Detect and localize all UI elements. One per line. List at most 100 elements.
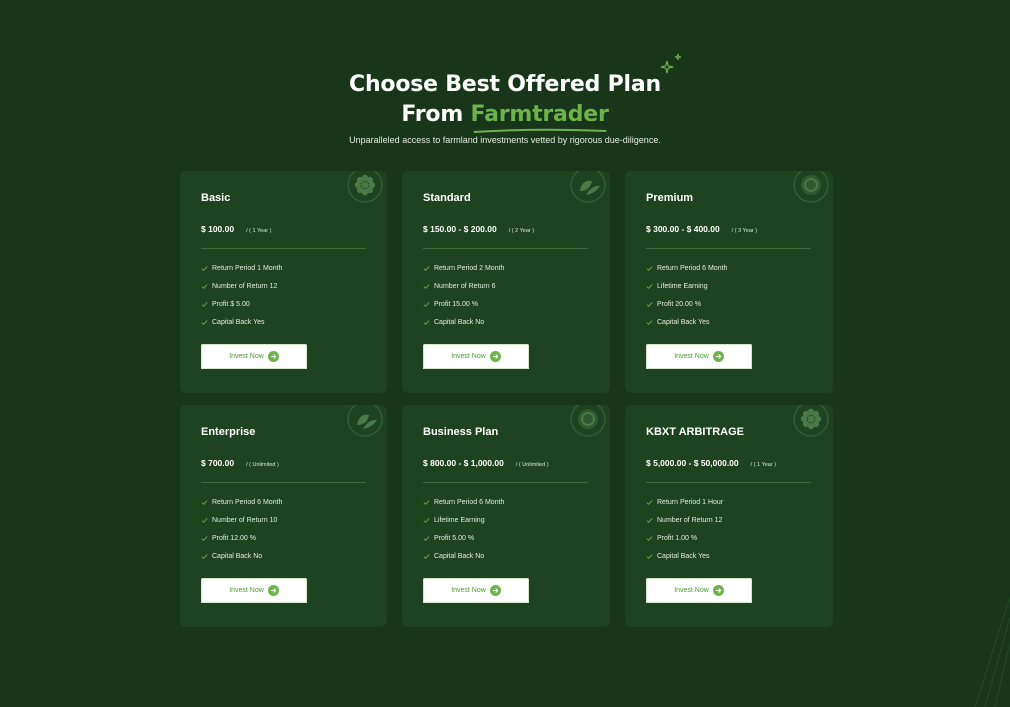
check-icon (646, 553, 653, 559)
feature-item: Profit 5.00 % (423, 529, 590, 547)
price-row: $ 300.00 - $ 400.00 / ( 3 Year ) (646, 223, 813, 235)
check-icon (201, 319, 208, 325)
arrow-right-circle-icon (712, 585, 724, 596)
check-icon (201, 553, 208, 559)
feature-item: Return Period 6 Month (423, 493, 590, 511)
feature-text: Return Period 6 Month (434, 498, 505, 506)
divider (423, 482, 588, 483)
invest-now-button[interactable]: Invest Now (423, 344, 529, 372)
invest-now-label: Invest Now (229, 587, 264, 594)
feature-text: Profit 5.00 % (434, 534, 475, 542)
plan-card: Business Plan $ 800.00 - $ 1,000.00 / ( Un… (402, 405, 610, 627)
invest-now-button[interactable]: Invest Now (423, 578, 529, 606)
price-row: $ 150.00 - $ 200.00 / ( 2 Year ) (423, 223, 590, 235)
feature-item: Return Period 1 Hour (646, 493, 813, 511)
divider (201, 482, 366, 483)
plan-price: $ 5,000.00 - $ 50,000.00 (646, 458, 739, 468)
invest-now-label: Invest Now (451, 353, 486, 360)
pricing-section: Choose Best Offered Plan From Farmtrader… (0, 0, 1010, 707)
feature-list: Return Period 1 Hour Number of Return 12 P… (646, 493, 813, 565)
feature-text: Number of Return 12 (212, 282, 278, 290)
heading-prefix: From (401, 102, 471, 127)
feature-text: Profit 1.00 % (657, 534, 698, 542)
plan-name: Standard (423, 192, 471, 204)
feature-text: Number of Return 10 (212, 516, 278, 524)
check-icon (201, 301, 208, 307)
check-icon (423, 553, 430, 559)
feature-text: Capital Back No (212, 552, 263, 560)
feature-text: Return Period 1 Hour (657, 498, 724, 506)
flower-icon (347, 171, 383, 203)
feature-text: Capital Back No (434, 318, 485, 326)
divider (646, 248, 811, 249)
check-icon (646, 301, 653, 307)
feature-text: Capital Back No (434, 552, 485, 560)
plan-card: KBXT ARBITRAGE $ 5,000.00 - $ 50,000.00 / … (625, 405, 833, 627)
feature-item: Number of Return 6 (423, 277, 590, 295)
price-row: $ 5,000.00 - $ 50,000.00 / ( 1 Year ) (646, 457, 813, 469)
plan-name: Premium (646, 192, 694, 204)
plan-period: / ( 2 Year ) (508, 228, 535, 234)
feature-item: Capital Back No (423, 313, 590, 331)
invest-now-button[interactable]: Invest Now (201, 578, 307, 606)
invest-now-button[interactable]: Invest Now (201, 344, 307, 372)
check-icon (201, 283, 208, 289)
check-icon (423, 283, 430, 289)
feature-list: Return Period 6 Month Number of Return 10… (201, 493, 367, 565)
arrow-right-circle-icon (489, 351, 501, 362)
feature-item: Profit $ 5.00 (201, 295, 367, 313)
plan-price: $ 800.00 - $ 1,000.00 (423, 458, 504, 468)
feature-text: Profit 12.00 % (212, 534, 256, 542)
plan-card: Basic $ 100.00/ ( 1 Year ) Return Period 1… (180, 171, 387, 393)
check-icon (201, 517, 208, 523)
divider (646, 482, 811, 483)
plan-card: Premium $ 300.00 - $ 400.00 / ( 3 Year ) Re… (625, 171, 833, 393)
invest-now-label: Invest Now (229, 353, 264, 360)
feature-text: Lifetime Earning (657, 282, 708, 290)
check-icon (423, 301, 430, 307)
arrow-right-circle-icon (489, 585, 501, 596)
brush-underline-icon (473, 128, 606, 133)
plan-name: KBXT ARBITRAGE (646, 426, 744, 438)
sun-icon (793, 171, 829, 203)
check-icon (423, 517, 430, 523)
plan-name: Business Plan (423, 426, 499, 438)
check-icon (423, 265, 430, 271)
feature-item: Profit 15.00 % (423, 295, 590, 313)
decorative-lines (974, 596, 1010, 707)
feature-text: Capital Back Yes (212, 318, 265, 326)
check-icon (646, 535, 653, 541)
price-row: $ 800.00 - $ 1,000.00 / ( Unlimited ) (423, 457, 590, 469)
arrow-right-circle-icon (712, 351, 724, 362)
feature-list: Return Period 6 Month Lifetime Earning Pro… (423, 493, 590, 565)
leaf-icon (570, 171, 606, 203)
plan-period: / ( 3 Year ) (731, 228, 758, 234)
feature-list: Return Period 6 Month Lifetime Earning Pro… (646, 259, 813, 331)
feature-text: Number of Return 6 (434, 282, 496, 290)
invest-now-button[interactable]: Invest Now (646, 344, 752, 372)
feature-list: Return Period 1 Month Number of Return 12… (201, 259, 367, 331)
check-icon (646, 283, 653, 289)
divider (201, 248, 366, 249)
plan-period: / ( 1 Year ) (246, 228, 272, 234)
plan-card: Enterprise $ 700.00/ ( Unlimited ) Return … (180, 405, 387, 627)
feature-item: Return Period 1 Month (201, 259, 367, 277)
price-row: $ 100.00 / ( 1 Year ) (201, 223, 367, 235)
feature-item: Return Period 6 Month (201, 493, 367, 511)
plan-period: / ( 1 Year ) (750, 462, 777, 468)
invest-now-label: Invest Now (451, 587, 486, 594)
check-icon (201, 499, 208, 505)
check-icon (646, 517, 653, 523)
feature-item: Capital Back Yes (201, 313, 367, 331)
arrow-right-circle-icon (267, 351, 279, 362)
invest-now-button[interactable]: Invest Now (646, 578, 752, 606)
plans-grid: Basic $ 100.00/ ( 1 Year ) Return Period 1… (180, 171, 833, 627)
heading-line-1: Choose Best Offered Plan (349, 72, 661, 97)
feature-item: Lifetime Earning (646, 277, 813, 295)
plan-price: $ 300.00 - $ 400.00 (646, 224, 720, 234)
feature-item: Profit 1.00 % (646, 529, 813, 547)
brand-name: Farmtrader (471, 100, 609, 133)
plan-card: Standard $ 150.00 - $ 200.00 / ( 2 Year ) R… (402, 171, 610, 393)
feature-text: Return Period 6 Month (212, 498, 283, 506)
feature-item: Profit 20.00 % (646, 295, 813, 313)
